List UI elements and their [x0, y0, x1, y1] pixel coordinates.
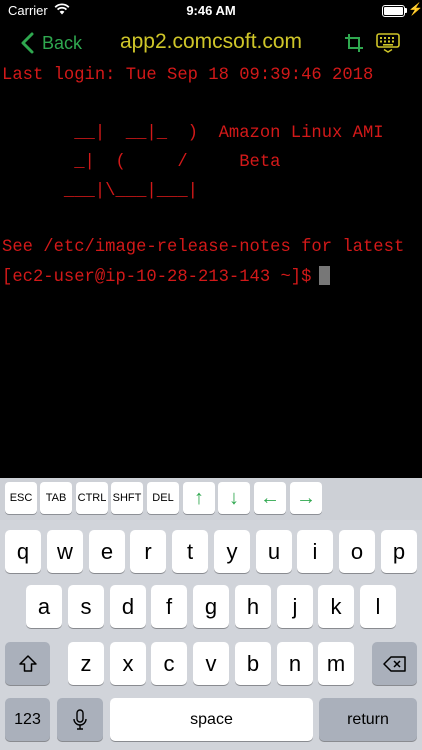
- key-u[interactable]: u: [256, 530, 292, 573]
- key-a[interactable]: a: [26, 585, 62, 628]
- arrow-down-key[interactable]: ↓: [218, 482, 250, 514]
- terminal-output[interactable]: Last login: Tue Sep 18 09:39:46 2018 __|…: [0, 64, 422, 478]
- crop-icon[interactable]: [344, 33, 364, 53]
- key-x[interactable]: x: [110, 642, 146, 685]
- key-m[interactable]: m: [318, 642, 354, 685]
- space-key[interactable]: space: [110, 698, 313, 741]
- key-b[interactable]: b: [235, 642, 271, 685]
- key-z[interactable]: z: [68, 642, 104, 685]
- key-t[interactable]: t: [172, 530, 208, 573]
- arrow-right-key[interactable]: →: [290, 482, 322, 514]
- clock: 9:46 AM: [186, 3, 236, 18]
- terminal-line: ___|\___|___|: [2, 182, 198, 201]
- status-bar: Carrier 9:46 AM ⚡: [0, 0, 422, 22]
- backspace-icon: [382, 655, 406, 672]
- key-h[interactable]: h: [235, 585, 271, 628]
- key-k[interactable]: k: [318, 585, 354, 628]
- shift-modifier-key[interactable]: SHFT: [111, 482, 143, 514]
- keyboard-icon[interactable]: [376, 33, 400, 53]
- tab-key[interactable]: TAB: [40, 482, 72, 514]
- battery-icon: [382, 5, 405, 17]
- charging-icon: ⚡: [408, 2, 422, 16]
- microphone-icon: [73, 708, 87, 730]
- arrow-left-key[interactable]: ←: [254, 482, 286, 514]
- return-key[interactable]: return: [319, 698, 417, 741]
- ctrl-key[interactable]: CTRL: [76, 482, 108, 514]
- key-j[interactable]: j: [277, 585, 313, 628]
- key-l[interactable]: l: [360, 585, 396, 628]
- key-f[interactable]: f: [151, 585, 187, 628]
- key-r[interactable]: r: [130, 530, 166, 573]
- terminal-prompt: [ec2-user@ip-10-28-213-143 ~]$: [2, 266, 331, 288]
- delete-key[interactable]: DEL: [147, 482, 179, 514]
- terminal-line: Last login: Tue Sep 18 09:39:46 2018: [2, 66, 374, 85]
- prompt-text: [ec2-user@ip-10-28-213-143 ~]$: [2, 268, 312, 287]
- dictation-key[interactable]: [57, 698, 103, 741]
- key-c[interactable]: c: [151, 642, 187, 685]
- battery-tip: [405, 8, 407, 13]
- shift-key[interactable]: [5, 642, 50, 685]
- on-screen-keyboard: q w e r t y u i o p a s d f g h j k l z …: [0, 520, 422, 750]
- shift-icon: [18, 654, 37, 672]
- backspace-key[interactable]: [372, 642, 417, 685]
- key-w[interactable]: w: [47, 530, 83, 573]
- accessory-key-bar: ESC TAB CTRL SHFT DEL ↑ ↓ ← →: [0, 478, 422, 520]
- key-s[interactable]: s: [68, 585, 104, 628]
- key-p[interactable]: p: [381, 530, 417, 573]
- text-cursor: [319, 266, 331, 285]
- key-i[interactable]: i: [297, 530, 333, 573]
- navigation-bar: Back app2.comcsoft.com: [0, 22, 422, 64]
- key-q[interactable]: q: [5, 530, 41, 573]
- esc-key[interactable]: ESC: [5, 482, 37, 514]
- key-d[interactable]: d: [110, 585, 146, 628]
- terminal-line: See /etc/image-release-notes for latest: [2, 238, 405, 257]
- key-g[interactable]: g: [193, 585, 229, 628]
- key-e[interactable]: e: [89, 530, 125, 573]
- terminal-line: _| ( / Beta: [2, 153, 281, 172]
- arrow-up-key[interactable]: ↑: [183, 482, 215, 514]
- key-v[interactable]: v: [193, 642, 229, 685]
- key-y[interactable]: y: [214, 530, 250, 573]
- key-n[interactable]: n: [277, 642, 313, 685]
- numbers-key[interactable]: 123: [5, 698, 50, 741]
- terminal-line: __| __|_ ) Amazon Linux AMI: [2, 124, 384, 143]
- key-o[interactable]: o: [339, 530, 375, 573]
